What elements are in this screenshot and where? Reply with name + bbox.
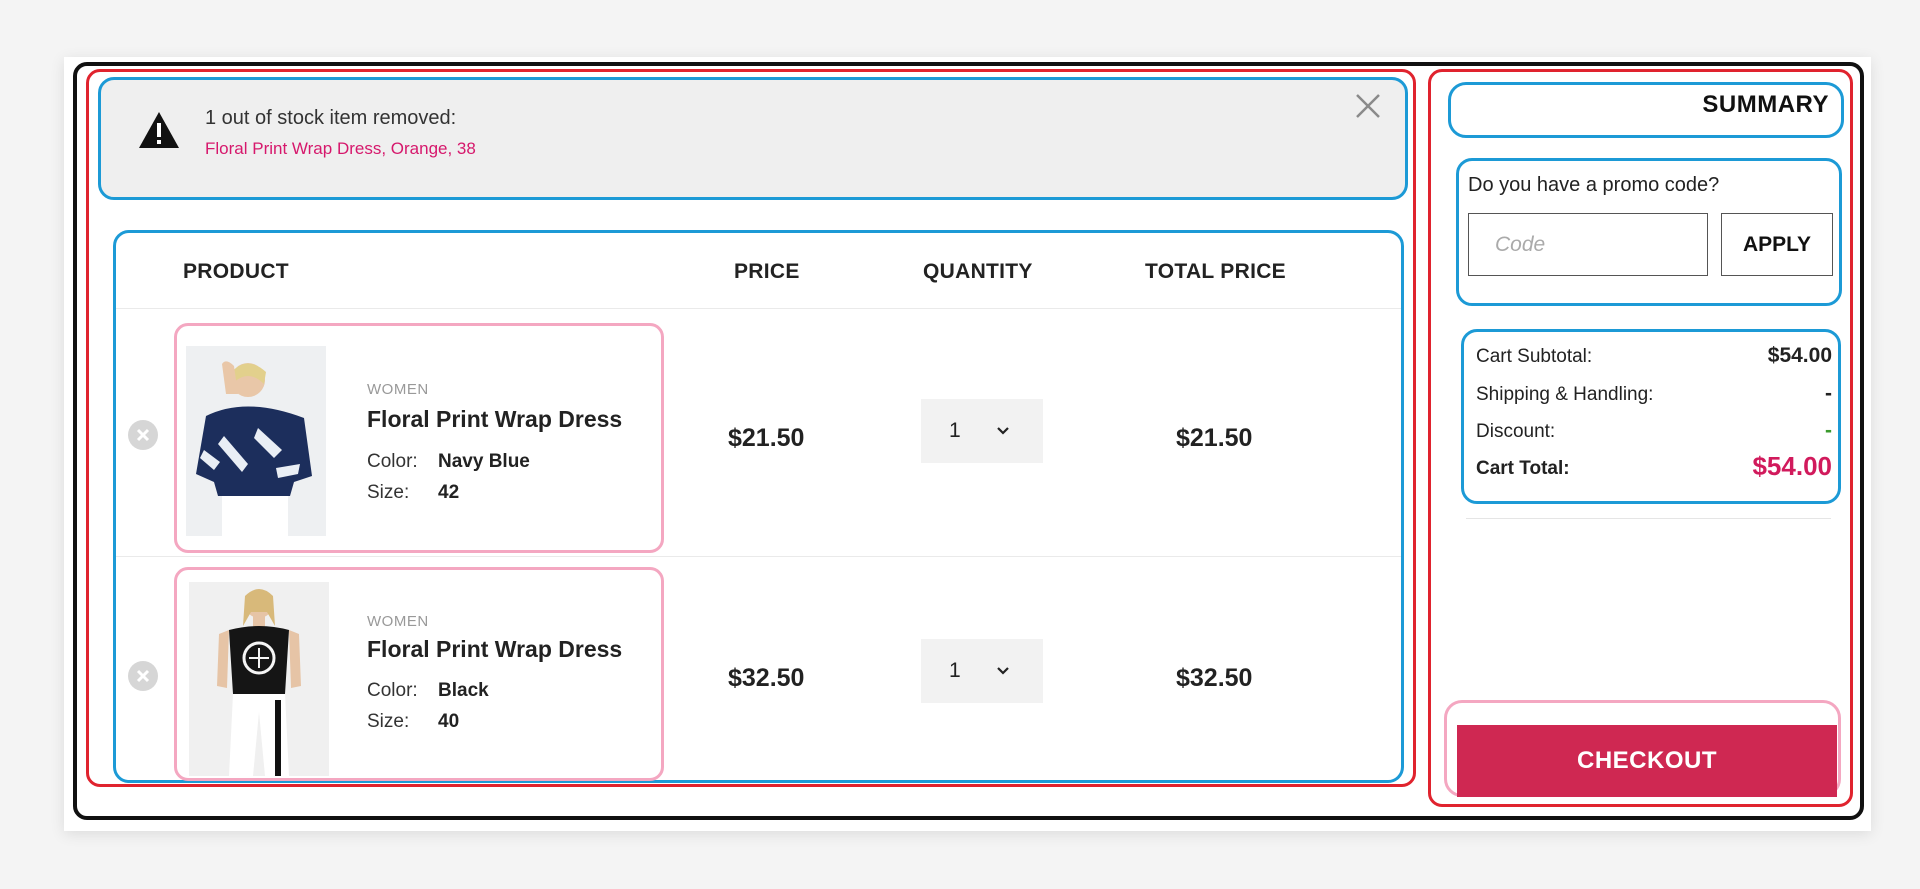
promo-code-section: Do you have a promo code? APPLY: [1456, 158, 1842, 306]
discount-value: -: [1825, 419, 1832, 442]
item-price: $32.50: [728, 664, 805, 692]
cart-totals: Cart Subtotal: $54.00 Shipping & Handlin…: [1461, 329, 1841, 504]
color-value: Black: [438, 680, 489, 701]
out-of-stock-alert: 1 out of stock item removed: Floral Prin…: [98, 77, 1408, 200]
product-card[interactable]: WOMEN Floral Print Wrap Dress Color: Nav…: [174, 323, 664, 553]
product-category: WOMEN: [367, 613, 429, 630]
shipping-label: Shipping & Handling:: [1476, 384, 1654, 405]
header-quantity: QUANTITY: [923, 260, 1033, 283]
chevron-down-icon: [996, 427, 1009, 435]
shipping-value: -: [1825, 382, 1832, 405]
alert-removed-item: Floral Print Wrap Dress, Orange, 38: [205, 139, 476, 158]
subtotal-label: Cart Subtotal:: [1476, 346, 1593, 367]
row-divider: [116, 556, 1401, 557]
product-card[interactable]: WOMEN Floral Print Wrap Dress Color: Bla…: [174, 567, 664, 781]
header-total-price: TOTAL PRICE: [1145, 260, 1286, 283]
navy-dress-photo: [186, 346, 326, 536]
color-value: Navy Blue: [438, 451, 530, 472]
header-product: PRODUCT: [183, 260, 289, 283]
quantity-value: 1: [949, 419, 961, 442]
cart-total-label: Cart Total:: [1476, 458, 1570, 479]
remove-item-button[interactable]: [128, 661, 158, 691]
product-name[interactable]: Floral Print Wrap Dress: [367, 636, 622, 663]
size-value: 42: [438, 482, 460, 503]
warning-triangle-icon: [139, 112, 179, 148]
remove-x-icon: [136, 669, 150, 683]
product-name[interactable]: Floral Print Wrap Dress: [367, 406, 622, 433]
summary-divider: [1466, 518, 1831, 519]
chevron-down-icon: [996, 667, 1009, 675]
item-total-price: $32.50: [1176, 664, 1253, 692]
checkout-button[interactable]: CHECKOUT: [1457, 725, 1837, 797]
color-label: Color:: [367, 451, 418, 472]
close-icon[interactable]: [1354, 92, 1382, 120]
black-dress-photo: [189, 582, 329, 776]
size-value: 40: [438, 711, 460, 732]
item-total-price: $21.50: [1176, 424, 1253, 452]
cart-table: PRODUCT PRICE QUANTITY TOTAL PRICE WOMEN…: [113, 230, 1404, 783]
cart-total-value: $54.00: [1752, 451, 1832, 481]
cart-table-header: PRODUCT PRICE QUANTITY TOTAL PRICE: [116, 233, 1401, 309]
promo-code-input[interactable]: [1468, 213, 1708, 276]
promo-question: Do you have a promo code?: [1468, 174, 1720, 196]
summary-header: SUMMARY: [1448, 82, 1844, 138]
quantity-value: 1: [949, 659, 961, 682]
item-price: $21.50: [728, 424, 805, 452]
alert-title: 1 out of stock item removed:: [205, 107, 457, 129]
discount-label: Discount:: [1476, 421, 1556, 442]
remove-item-button[interactable]: [128, 420, 158, 450]
size-label: Size:: [367, 711, 410, 732]
product-category: WOMEN: [367, 381, 429, 398]
product-image: [189, 582, 329, 776]
remove-x-icon: [136, 428, 150, 442]
color-label: Color:: [367, 680, 418, 701]
quantity-select[interactable]: 1: [921, 639, 1043, 703]
summary-title: SUMMARY: [1702, 91, 1829, 118]
quantity-select[interactable]: 1: [921, 399, 1043, 463]
size-label: Size:: [367, 482, 410, 503]
product-image: [186, 346, 326, 536]
apply-promo-button[interactable]: APPLY: [1721, 213, 1833, 276]
header-price: PRICE: [734, 260, 800, 283]
subtotal-value: $54.00: [1767, 344, 1832, 367]
